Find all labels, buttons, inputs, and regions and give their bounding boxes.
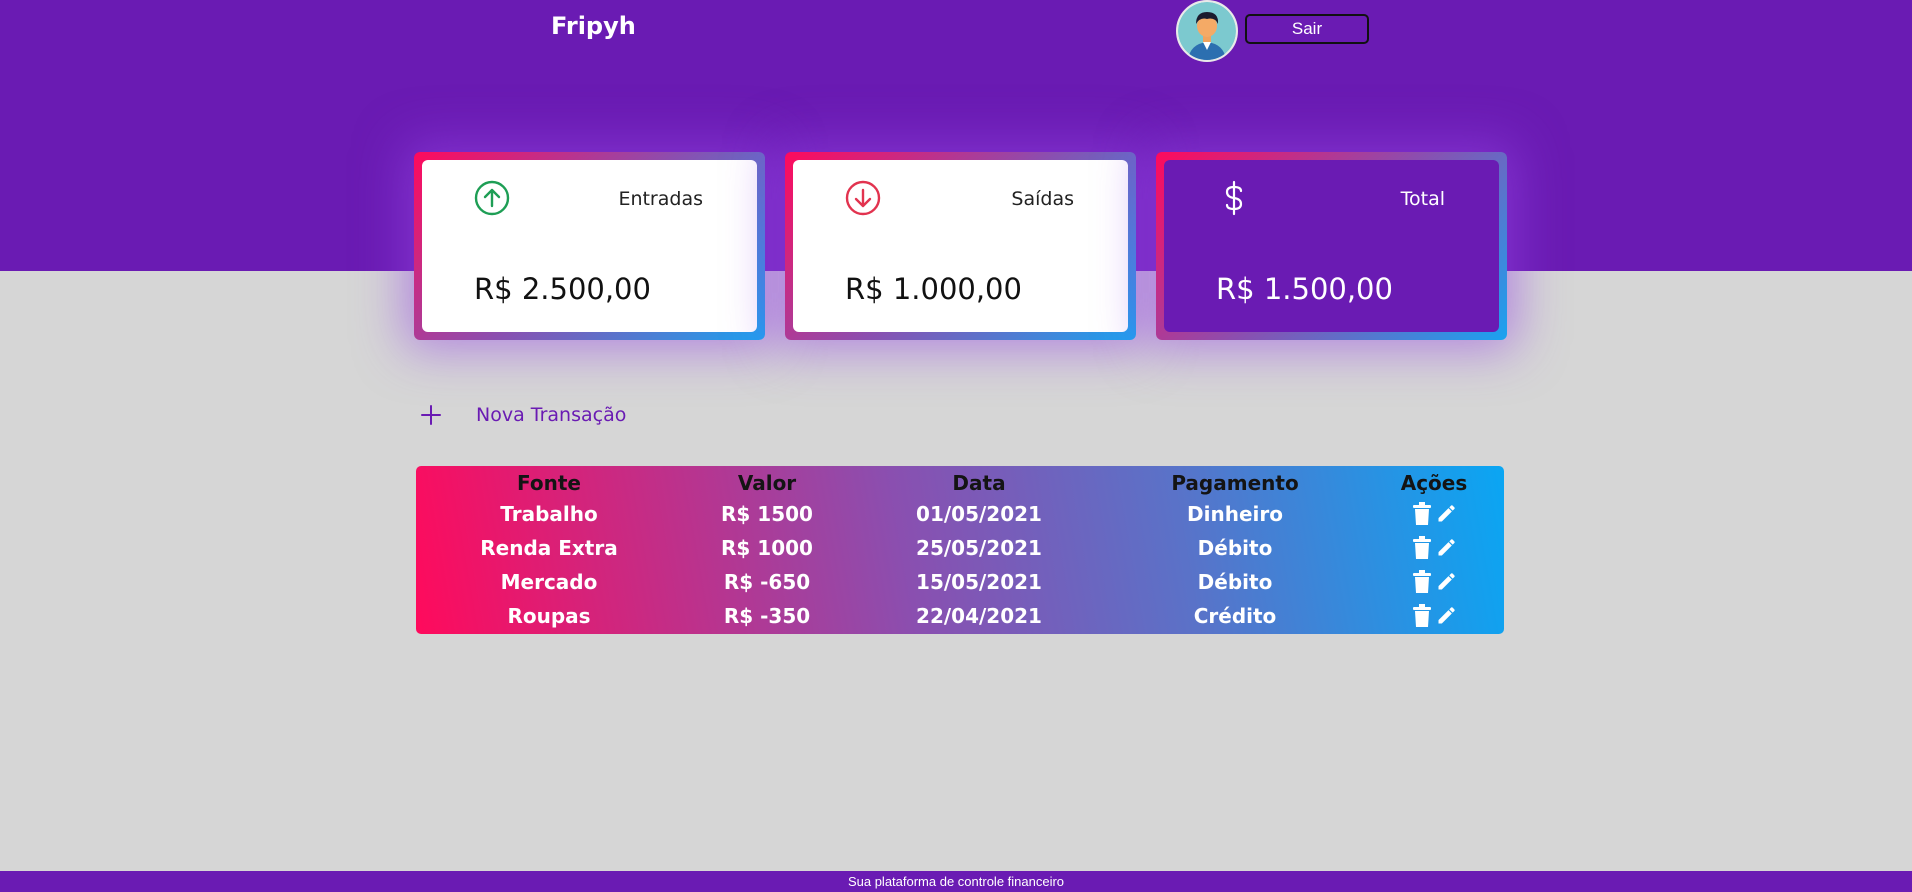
dollar-icon (1225, 180, 1243, 216)
cell-pagamento: Crédito (1193, 604, 1277, 628)
pencil-icon[interactable] (1436, 570, 1456, 594)
footer: Sua plataforma de controle financeiro (0, 871, 1912, 892)
cell-valor: R$ -650 (723, 570, 811, 594)
pencil-icon[interactable] (1436, 604, 1456, 628)
footer-text: Sua plataforma de controle financeiro (847, 874, 1065, 889)
cell-fonte: Roupas (507, 604, 591, 628)
expense-card-body: Saídas R$ 1.000,00 (793, 160, 1128, 332)
transactions-table: Fonte Valor Data Pagamento Ações Trabalh… (416, 466, 1504, 634)
row-actions (1412, 599, 1456, 633)
column-header-fonte: Fonte (517, 471, 581, 495)
pencil-icon[interactable] (1436, 502, 1456, 526)
cell-valor: R$ -350 (723, 604, 811, 628)
cell-fonte: Renda Extra (480, 536, 618, 560)
total-card-value: R$ 1.500,00 (1216, 272, 1393, 306)
column-header-valor: Valor (737, 471, 797, 495)
income-card-value: R$ 2.500,00 (474, 272, 651, 306)
cell-data: 25/05/2021 (916, 536, 1042, 560)
logout-button[interactable]: Sair (1245, 14, 1369, 44)
row-actions (1412, 531, 1456, 565)
income-card-body: Entradas R$ 2.500,00 (422, 160, 757, 332)
pencil-icon[interactable] (1436, 536, 1456, 560)
trash-icon[interactable] (1412, 570, 1432, 594)
brand-logo-text: Fripyh (551, 12, 636, 40)
cell-data: 01/05/2021 (916, 502, 1042, 526)
new-transaction-button[interactable]: Nova Transação (420, 404, 626, 426)
expense-card: Saídas R$ 1.000,00 (785, 152, 1136, 340)
expense-card-value: R$ 1.000,00 (845, 272, 1022, 306)
cell-data: 22/04/2021 (916, 604, 1042, 628)
total-card-body: Total R$ 1.500,00 (1164, 160, 1499, 332)
table-row: Roupas R$ -350 22/04/2021 Crédito (416, 599, 1504, 633)
arrow-down-circle-icon (845, 180, 881, 216)
trash-icon[interactable] (1412, 604, 1432, 628)
cell-pagamento: Dinheiro (1187, 502, 1283, 526)
column-header-acoes: Ações (1400, 471, 1468, 495)
new-transaction-label: Nova Transação (476, 404, 627, 426)
trash-icon[interactable] (1412, 502, 1432, 526)
table-header-row: Fonte Valor Data Pagamento Ações (416, 466, 1504, 500)
total-card: Total R$ 1.500,00 (1156, 152, 1507, 340)
cell-pagamento: Débito (1197, 570, 1273, 594)
total-card-title: Total (1400, 188, 1445, 210)
cell-fonte: Trabalho (500, 502, 598, 526)
cell-pagamento: Débito (1197, 536, 1273, 560)
arrow-up-circle-icon (474, 180, 510, 216)
cell-valor: R$ 1500 (721, 502, 813, 526)
income-card-title: Entradas (618, 188, 703, 210)
cell-data: 15/05/2021 (916, 570, 1042, 594)
cell-fonte: Mercado (500, 570, 598, 594)
column-header-pagamento: Pagamento (1171, 471, 1299, 495)
table-row: Trabalho R$ 1500 01/05/2021 Dinheiro (416, 497, 1504, 531)
column-header-data: Data (952, 471, 1006, 495)
trash-icon[interactable] (1412, 536, 1432, 560)
row-actions (1412, 565, 1456, 599)
avatar[interactable] (1176, 0, 1238, 62)
cell-valor: R$ 1000 (721, 536, 813, 560)
table-row: Renda Extra R$ 1000 25/05/2021 Débito (416, 531, 1504, 565)
expense-card-title: Saídas (1011, 188, 1074, 210)
table-row: Mercado R$ -650 15/05/2021 Débito (416, 565, 1504, 599)
plus-icon (421, 405, 441, 425)
income-card: Entradas R$ 2.500,00 (414, 152, 765, 340)
row-actions (1412, 497, 1456, 531)
